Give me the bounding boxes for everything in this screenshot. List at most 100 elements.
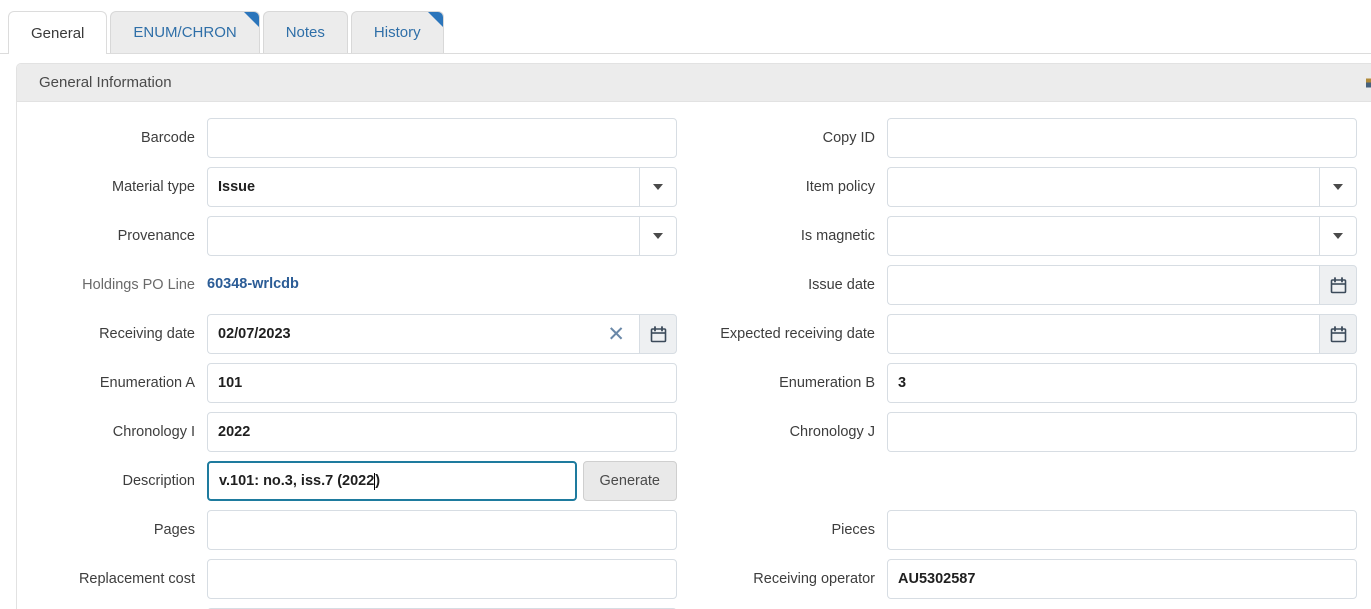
field-label-holdings-po-line: Holdings PO Line: [82, 277, 195, 293]
field-row-replacement-cost: Replacement cost: [17, 559, 697, 599]
input-receiving-operator[interactable]: AU5302587: [887, 559, 1357, 599]
input-chronology-j[interactable]: [887, 412, 1357, 452]
field-row-copy-id: Copy ID: [697, 118, 1371, 158]
field-control: v.101: no.3, iss.7 (2022) Generate: [207, 461, 697, 501]
select-item-policy[interactable]: [887, 167, 1357, 207]
tab-label: History: [373, 24, 421, 41]
field-row-pages: Pages: [17, 510, 697, 550]
field-row-enumeration-a: Enumeration A 101: [17, 363, 697, 403]
tab-label: Notes: [285, 24, 325, 41]
select-value[interactable]: [887, 216, 1319, 256]
tab-label: ENUM/CHRON: [133, 24, 237, 41]
select-value[interactable]: Issue: [207, 167, 639, 207]
right-field-column: Copy ID Item policy Is magnetic Issue date E…: [697, 118, 1371, 609]
field-control: [887, 412, 1371, 452]
field-row-provenance: Provenance: [17, 216, 697, 256]
date-input[interactable]: 02/07/2023 ✕: [207, 314, 639, 354]
input-enumeration-a[interactable]: 101: [207, 363, 677, 403]
field-control: [887, 118, 1371, 158]
chevron-down-icon[interactable]: [1319, 167, 1357, 207]
tab-notes[interactable]: Notes: [262, 11, 348, 53]
input-pieces[interactable]: [887, 510, 1357, 550]
field-control: [887, 167, 1371, 207]
datepicker-expected-receiving-date[interactable]: [887, 314, 1357, 354]
clear-icon[interactable]: ✕: [607, 324, 629, 345]
field-label-provenance: Provenance: [117, 228, 195, 244]
tab-history[interactable]: History: [350, 11, 444, 53]
field-control: [887, 510, 1371, 550]
collapse-marker-icon[interactable]: [1366, 78, 1371, 87]
chevron-down-icon[interactable]: [1319, 216, 1357, 256]
date-value: 02/07/2023: [218, 326, 291, 342]
select-is-magnetic[interactable]: [887, 216, 1357, 256]
input-replacement-cost[interactable]: [207, 559, 677, 599]
field-label-pieces: Pieces: [831, 522, 875, 538]
field-label-is-magnetic: Is magnetic: [800, 228, 875, 244]
input-description[interactable]: v.101: no.3, iss.7 (2022): [207, 461, 577, 501]
field-row-item-policy: Item policy: [697, 167, 1371, 207]
calendar-icon[interactable]: [1319, 265, 1357, 305]
description-value-tail: ): [375, 473, 381, 489]
field-control: 101: [207, 363, 697, 403]
date-input[interactable]: [887, 265, 1319, 305]
field-label-barcode: Barcode: [140, 130, 195, 146]
field-row-chronology-i: Chronology I 2022: [17, 412, 697, 452]
field-row-pieces: Pieces: [697, 510, 1371, 550]
select-provenance[interactable]: [207, 216, 677, 256]
field-control: AU5302587: [887, 559, 1371, 599]
select-value[interactable]: [887, 167, 1319, 207]
description-group: v.101: no.3, iss.7 (2022) Generate: [207, 461, 677, 501]
datepicker-receiving-date[interactable]: 02/07/2023 ✕: [207, 314, 677, 354]
field-control: Issue: [207, 167, 697, 207]
field-label-receiving-operator: Receiving operator: [753, 571, 875, 587]
field-label-item-policy: Item policy: [805, 179, 875, 195]
calendar-icon[interactable]: [639, 314, 677, 354]
description-value: v.101: no.3, iss.7 (2022: [219, 473, 375, 489]
input-chronology-i[interactable]: 2022: [207, 412, 677, 452]
field-row-enumeration-b: Enumeration B 3: [697, 363, 1371, 403]
input-barcode[interactable]: [207, 118, 677, 158]
field-label-chronology-i: Chronology I: [112, 424, 195, 440]
tab-general[interactable]: General: [8, 11, 108, 54]
field-row-barcode: Barcode: [17, 118, 697, 158]
field-control: 02/07/2023 ✕: [207, 314, 697, 354]
field-label-material-type: Material type: [111, 179, 195, 195]
general-information-accordion: General Information Barcode Material type…: [16, 63, 1371, 609]
tab-enum-chron[interactable]: ENUM/CHRON: [110, 11, 260, 53]
field-label-expected-receiving-date: Expected receiving date: [720, 326, 875, 342]
date-input[interactable]: [887, 314, 1319, 354]
input-enumeration-b[interactable]: 3: [887, 363, 1357, 403]
field-control: [207, 118, 697, 158]
field-label-issue-date: Issue date: [808, 277, 875, 293]
accordion-header[interactable]: General Information: [17, 64, 1371, 102]
field-label-pages: Pages: [153, 522, 195, 538]
field-row-receiving-operator: Receiving operator AU5302587: [697, 559, 1371, 599]
holdings-po-line-link[interactable]: 60348-wrlcdb: [207, 265, 299, 292]
field-label-receiving-date: Receiving date: [99, 326, 195, 342]
tab-corner-flag-icon: [243, 12, 259, 27]
input-copy-id[interactable]: [887, 118, 1357, 158]
input-pages[interactable]: [207, 510, 677, 550]
chevron-down-icon[interactable]: [639, 216, 677, 256]
calendar-icon[interactable]: [1319, 314, 1357, 354]
field-row-holdings-po-line: Holdings PO Line 60348-wrlcdb: [17, 265, 697, 305]
field-row-expected-receiving-date: Expected receiving date: [697, 314, 1371, 354]
select-value[interactable]: [207, 216, 639, 256]
field-control: [207, 216, 697, 256]
tab-corner-flag-icon: [427, 12, 443, 27]
generate-button[interactable]: Generate: [582, 461, 677, 501]
field-label-description: Description: [122, 473, 195, 489]
field-row-description: Description v.101: no.3, iss.7 (2022) Gene…: [17, 461, 697, 501]
field-row-receiving-date: Receiving date 02/07/2023 ✕: [17, 314, 697, 354]
field-control: [887, 265, 1371, 305]
field-control: [207, 559, 697, 599]
field-label-enumeration-b: Enumeration B: [779, 375, 875, 391]
field-row-is-magnetic: Is magnetic: [697, 216, 1371, 256]
chevron-down-icon[interactable]: [639, 167, 677, 207]
accordion-title: General Information: [39, 74, 172, 91]
datepicker-issue-date[interactable]: [887, 265, 1357, 305]
left-field-column: Barcode Material type Issue Provenance Holdi…: [17, 118, 697, 609]
field-control: [887, 216, 1371, 256]
select-material-type[interactable]: Issue: [207, 167, 677, 207]
field-label-chronology-j: Chronology J: [789, 424, 875, 440]
